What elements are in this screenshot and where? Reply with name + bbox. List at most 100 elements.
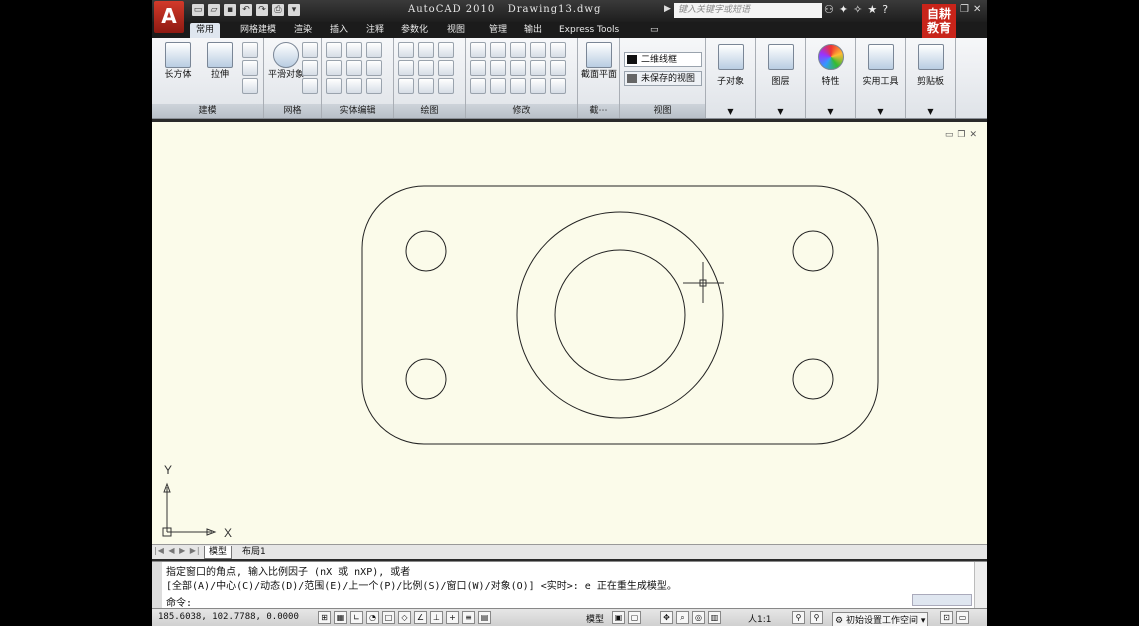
panel-modeling-title[interactable]: 建模 bbox=[152, 104, 263, 118]
print-icon[interactable]: ⎙ bbox=[272, 4, 284, 16]
layout-nav-arrows[interactable]: |◀ ◀ ▶ ▶| bbox=[154, 546, 201, 555]
separate-icon[interactable] bbox=[366, 78, 382, 94]
qat-dropdown-icon[interactable]: ▾ bbox=[288, 4, 300, 16]
3d-polyline-icon[interactable] bbox=[418, 42, 434, 58]
clipboard-panel[interactable]: 剪贴板 ▼ bbox=[906, 38, 956, 118]
object-snap-tracking-icon[interactable]: ∠ bbox=[414, 611, 427, 624]
favorites-icon[interactable]: ★ bbox=[867, 3, 877, 16]
panel-mesh-title[interactable]: 网格 bbox=[264, 104, 321, 118]
section-plane-button[interactable]: 截面平面 bbox=[579, 42, 619, 81]
outer-boss-circle[interactable] bbox=[516, 211, 724, 419]
3d-align-icon[interactable] bbox=[490, 42, 506, 58]
copy-icon[interactable] bbox=[530, 42, 546, 58]
move-icon[interactable] bbox=[510, 42, 526, 58]
bolt-hole-bottom-left[interactable] bbox=[405, 358, 447, 400]
extrude-button[interactable]: 拉伸 bbox=[200, 42, 240, 81]
ellipse-icon[interactable] bbox=[438, 78, 454, 94]
workspace-switch[interactable]: ⚙ 初始设置工作空间 ▾ bbox=[832, 612, 929, 626]
dynamic-input-icon[interactable]: + bbox=[446, 611, 459, 624]
tab-express-tools[interactable]: Express Tools bbox=[553, 23, 625, 38]
undo-icon[interactable]: ↶ bbox=[240, 4, 252, 16]
new-icon[interactable]: ▭ bbox=[192, 4, 204, 16]
snap-mode-icon[interactable]: ⊞ bbox=[318, 611, 331, 624]
arc-icon[interactable] bbox=[438, 42, 454, 58]
tab-parametric[interactable]: 参数化 bbox=[395, 23, 434, 38]
scale-icon[interactable] bbox=[530, 60, 546, 76]
bolt-hole-top-right[interactable] bbox=[792, 230, 834, 272]
tab-layout1[interactable]: 布局1 bbox=[238, 546, 270, 558]
polygon-icon[interactable] bbox=[398, 78, 414, 94]
tab-manage[interactable]: 管理 bbox=[483, 23, 513, 38]
showmotion-icon[interactable]: ▥ bbox=[708, 611, 721, 624]
command-prompt[interactable]: 命令: bbox=[166, 594, 192, 609]
annotation-visibility-icon[interactable]: ⚲ bbox=[792, 611, 805, 624]
3d-object-snap-icon[interactable]: ◇ bbox=[398, 611, 411, 624]
eraser-icon[interactable] bbox=[242, 60, 258, 76]
dynamic-ucs-icon[interactable]: ⊥ bbox=[430, 611, 443, 624]
quick-properties-icon[interactable]: ▤ bbox=[478, 611, 491, 624]
model-space-label[interactable]: 模型 bbox=[586, 612, 604, 625]
lock-icon[interactable]: ⊡ bbox=[940, 611, 953, 624]
ucs-icon[interactable] bbox=[242, 78, 258, 94]
close-icon[interactable]: ✕ bbox=[973, 4, 981, 15]
rectangle-icon[interactable] bbox=[418, 78, 434, 94]
panel-modify-title[interactable]: 修改 bbox=[466, 104, 577, 118]
trim-icon[interactable] bbox=[550, 42, 566, 58]
3d-array-icon[interactable] bbox=[490, 60, 506, 76]
panel-view-title[interactable]: 视图 bbox=[620, 104, 705, 118]
bolt-hole-top-left[interactable] bbox=[405, 230, 447, 272]
tab-home[interactable]: 常用 bbox=[190, 23, 221, 38]
extract-edges-icon[interactable] bbox=[366, 42, 382, 58]
union-icon[interactable] bbox=[326, 42, 342, 58]
auto-scale-icon[interactable]: ⚲ bbox=[810, 611, 823, 624]
lineweight-icon[interactable]: ≡ bbox=[462, 611, 475, 624]
subobject-panel[interactable]: 子对象 ▼ bbox=[706, 38, 756, 118]
fillet-icon[interactable] bbox=[550, 60, 566, 76]
redo-icon[interactable]: ↷ bbox=[256, 4, 268, 16]
tab-output[interactable]: 输出 bbox=[518, 23, 548, 38]
properties-panel[interactable]: 特性 ▼ bbox=[806, 38, 856, 118]
slice-icon[interactable] bbox=[346, 42, 362, 58]
communication-icon[interactable]: ✧ bbox=[853, 3, 862, 16]
inner-bore-circle[interactable] bbox=[554, 249, 686, 381]
grid-display-icon[interactable]: ▦ bbox=[334, 611, 347, 624]
polyline-icon[interactable] bbox=[398, 42, 414, 58]
quick-view-drawings-icon[interactable]: ▢ bbox=[628, 611, 641, 624]
tab-mesh-modeling[interactable]: 网格建模 bbox=[234, 23, 282, 38]
imprint-icon[interactable] bbox=[346, 60, 362, 76]
subscription-icon[interactable]: ✦ bbox=[839, 3, 848, 16]
tab-insert[interactable]: 插入 bbox=[324, 23, 354, 38]
panel-draw-title[interactable]: 绘图 bbox=[394, 104, 465, 118]
tab-view[interactable]: 视图 bbox=[441, 23, 471, 38]
restore-icon[interactable]: ❐ bbox=[960, 4, 969, 15]
open-icon[interactable]: ▱ bbox=[208, 4, 220, 16]
ribbon-minimize-icon[interactable]: ▭ bbox=[644, 23, 665, 38]
application-menu-button[interactable]: A bbox=[154, 1, 184, 33]
binoculars-icon[interactable]: ⚇ bbox=[824, 3, 834, 16]
bolt-hole-bottom-right[interactable] bbox=[792, 358, 834, 400]
rotate-icon[interactable] bbox=[510, 60, 526, 76]
mesh-smooth-more-icon[interactable] bbox=[302, 42, 318, 58]
layers-panel[interactable]: 图层 ▼ bbox=[756, 38, 806, 118]
pan-icon[interactable]: ✥ bbox=[660, 611, 673, 624]
utilities-panel[interactable]: 实用工具 ▼ bbox=[856, 38, 906, 118]
3d-rotate-icon[interactable] bbox=[490, 78, 506, 94]
offset-icon[interactable] bbox=[510, 78, 526, 94]
annotation-scale[interactable]: 人1:1 bbox=[748, 612, 772, 625]
outer-plate-outline[interactable] bbox=[361, 185, 879, 445]
tab-render[interactable]: 渲染 bbox=[288, 23, 318, 38]
match-properties-icon[interactable] bbox=[530, 78, 546, 94]
command-horizontal-scrollbar[interactable] bbox=[912, 594, 972, 606]
mesh-refine-icon[interactable] bbox=[302, 78, 318, 94]
thicken-icon[interactable] bbox=[346, 78, 362, 94]
mesh-smooth-less-icon[interactable] bbox=[302, 60, 318, 76]
drawing-area[interactable]: ▭ ❐ ✕ Y X bbox=[152, 122, 987, 544]
polar-tracking-icon[interactable]: ◔ bbox=[366, 611, 379, 624]
saved-view-dropdown[interactable]: 未保存的视图 bbox=[624, 71, 702, 86]
search-input[interactable]: 键入关键字或短语 bbox=[674, 3, 822, 18]
explode-icon[interactable] bbox=[470, 42, 486, 58]
help-icon[interactable]: ? bbox=[882, 3, 888, 16]
quick-view-layouts-icon[interactable]: ▣ bbox=[612, 611, 625, 624]
panel-section-title[interactable]: 截⋯ bbox=[578, 104, 619, 118]
mirror-icon[interactable] bbox=[470, 78, 486, 94]
